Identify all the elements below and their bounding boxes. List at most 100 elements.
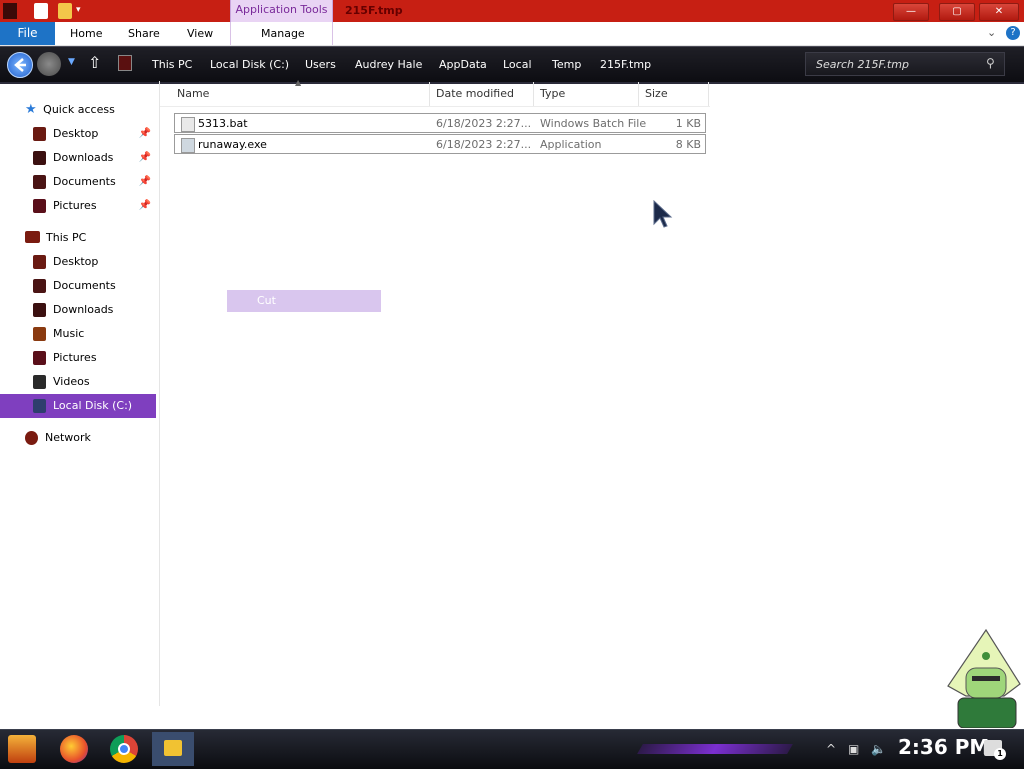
sidebar-item-downloads[interactable]: Downloads bbox=[33, 299, 155, 321]
window-title: 215F.tmp bbox=[345, 4, 403, 17]
sidebar-item-label: Music bbox=[53, 327, 85, 340]
customize-toolbar-icon[interactable]: ▾ bbox=[76, 5, 81, 15]
computer-icon bbox=[25, 231, 40, 243]
help-icon[interactable]: ? bbox=[1006, 26, 1020, 40]
documents-icon bbox=[33, 279, 46, 293]
mouse-cursor-icon bbox=[653, 200, 673, 228]
clock[interactable]: 2:36 PM bbox=[898, 735, 989, 759]
sidebar-item-network[interactable]: Network bbox=[25, 427, 155, 449]
sidebar-item-videos[interactable]: Videos bbox=[33, 371, 155, 393]
tab-share[interactable]: Share bbox=[128, 22, 160, 45]
volume-icon[interactable]: 🔈 bbox=[871, 742, 886, 756]
sidebar-item-label: This PC bbox=[46, 231, 87, 244]
breadcrumb-users[interactable]: Users bbox=[305, 58, 336, 71]
notification-center-icon[interactable]: 1 bbox=[984, 740, 1006, 760]
column-header-date-modified[interactable]: Date modified bbox=[430, 82, 534, 106]
start-icon[interactable] bbox=[8, 735, 36, 763]
sidebar-item-music[interactable]: Music bbox=[33, 323, 155, 345]
sidebar-item-qa-desktop[interactable]: Desktop 📌 bbox=[33, 123, 155, 145]
sidebar-item-qa-downloads[interactable]: Downloads 📌 bbox=[33, 147, 155, 169]
tab-manage[interactable]: Manage bbox=[261, 22, 305, 45]
column-header-size[interactable]: Size bbox=[639, 82, 709, 106]
firefox-icon[interactable] bbox=[60, 735, 88, 763]
forward-button[interactable] bbox=[37, 52, 61, 76]
show-hidden-icons-icon[interactable]: ^ bbox=[826, 742, 836, 756]
file-row[interactable]: runaway.exe 6/18/2023 2:27... Applicatio… bbox=[174, 134, 706, 154]
sidebar-item-label: Desktop bbox=[53, 255, 99, 268]
sidebar-item-qa-pictures[interactable]: Pictures 📌 bbox=[33, 195, 155, 217]
breadcrumb-local[interactable]: Local bbox=[503, 58, 532, 71]
breadcrumb-audrey-hale[interactable]: Audrey Hale bbox=[355, 58, 422, 71]
music-icon bbox=[33, 327, 46, 341]
file-type: Windows Batch File bbox=[540, 117, 647, 130]
taskbar: ^ ▣ 🔈 2:36 PM 1 bbox=[0, 729, 1024, 769]
context-menu-cut-item[interactable]: Cut bbox=[227, 290, 381, 312]
pin-icon: 📌 bbox=[138, 200, 151, 211]
pictures-icon bbox=[33, 351, 46, 365]
file-explorer-taskbar-button[interactable] bbox=[152, 732, 194, 766]
breadcrumb-this-pc[interactable]: This PC bbox=[152, 58, 192, 71]
column-header-type[interactable]: Type bbox=[534, 82, 639, 106]
menu-item-label: Cut bbox=[257, 294, 276, 307]
search-icon[interactable]: ⚲ bbox=[986, 56, 995, 70]
pictures-icon bbox=[33, 199, 46, 213]
up-arrow-icon[interactable]: ⇧ bbox=[88, 53, 101, 72]
tab-home[interactable]: Home bbox=[70, 22, 102, 45]
application-icon bbox=[181, 138, 195, 153]
recent-locations-icon[interactable]: ▼ bbox=[68, 57, 75, 67]
sidebar-item-pictures[interactable]: Pictures bbox=[33, 347, 155, 369]
folder-location-icon bbox=[118, 55, 132, 71]
downloads-icon bbox=[33, 151, 46, 165]
videos-icon bbox=[33, 375, 46, 389]
pin-icon: 📌 bbox=[138, 128, 151, 139]
breadcrumb-appdata[interactable]: AppData bbox=[439, 58, 487, 71]
sidebar-item-desktop[interactable]: Desktop bbox=[33, 251, 155, 273]
back-button[interactable] bbox=[7, 52, 33, 78]
documents-icon bbox=[33, 175, 46, 189]
ribbon-tabs: File Home Share View Manage ⌄ ? bbox=[0, 22, 1024, 46]
expand-ribbon-icon[interactable]: ⌄ bbox=[987, 26, 996, 39]
drive-icon bbox=[33, 399, 46, 413]
sidebar-item-quick-access[interactable]: ★ Quick access bbox=[25, 99, 155, 121]
sidebar-item-documents[interactable]: Documents bbox=[33, 275, 155, 297]
breadcrumb-215f-tmp[interactable]: 215F.tmp bbox=[600, 58, 651, 71]
sidebar-item-label: Pictures bbox=[53, 351, 97, 364]
desktop-icon bbox=[33, 127, 46, 141]
sidebar-item-this-pc[interactable]: This PC bbox=[25, 227, 155, 249]
chrome-icon[interactable] bbox=[110, 735, 138, 763]
sidebar-item-label: Pictures bbox=[53, 199, 97, 212]
maximize-button[interactable]: ▢ bbox=[939, 3, 975, 21]
properties-icon[interactable] bbox=[34, 3, 48, 19]
sidebar-item-label: Downloads bbox=[53, 151, 114, 164]
breadcrumb-temp[interactable]: Temp bbox=[552, 58, 581, 71]
file-size: 8 KB bbox=[675, 138, 701, 151]
sidebar-item-label: Desktop bbox=[53, 127, 99, 140]
peridot-mascot-icon bbox=[947, 628, 1021, 728]
tab-manage-container: Manage bbox=[230, 22, 333, 45]
context-tab-label: Application Tools bbox=[235, 3, 328, 16]
tab-file[interactable]: File bbox=[0, 22, 55, 45]
minimize-button[interactable]: — bbox=[893, 3, 929, 21]
new-folder-icon[interactable] bbox=[58, 3, 72, 19]
file-name: runaway.exe bbox=[198, 138, 267, 151]
sidebar-item-label: Local Disk (C:) bbox=[53, 399, 133, 412]
close-button[interactable]: ✕ bbox=[979, 3, 1019, 21]
file-date: 6/18/2023 2:27... bbox=[436, 138, 532, 151]
tab-view[interactable]: View bbox=[187, 22, 213, 45]
back-arrow-icon bbox=[14, 58, 26, 72]
file-row[interactable]: 5313.bat 6/18/2023 2:27... Windows Batch… bbox=[174, 113, 706, 133]
file-explorer-icon bbox=[164, 740, 182, 756]
sidebar-item-local-disk[interactable]: Local Disk (C:) bbox=[0, 394, 156, 418]
file-type: Application bbox=[540, 138, 602, 151]
sidebar-item-label: Documents bbox=[53, 279, 116, 292]
sidebar-item-label: Documents bbox=[53, 175, 116, 188]
sidebar-item-qa-documents[interactable]: Documents 📌 bbox=[33, 171, 155, 193]
sidebar-item-label: Downloads bbox=[53, 303, 114, 316]
breadcrumb-local-disk[interactable]: Local Disk (C:) bbox=[210, 58, 289, 71]
search-input[interactable]: Search 215F.tmp bbox=[805, 52, 1005, 76]
notification-badge: 1 bbox=[994, 748, 1006, 760]
app-icon[interactable] bbox=[3, 3, 17, 19]
file-name: 5313.bat bbox=[198, 117, 248, 130]
network-tray-icon[interactable]: ▣ bbox=[848, 742, 859, 756]
column-header-name[interactable]: Name bbox=[171, 82, 430, 106]
